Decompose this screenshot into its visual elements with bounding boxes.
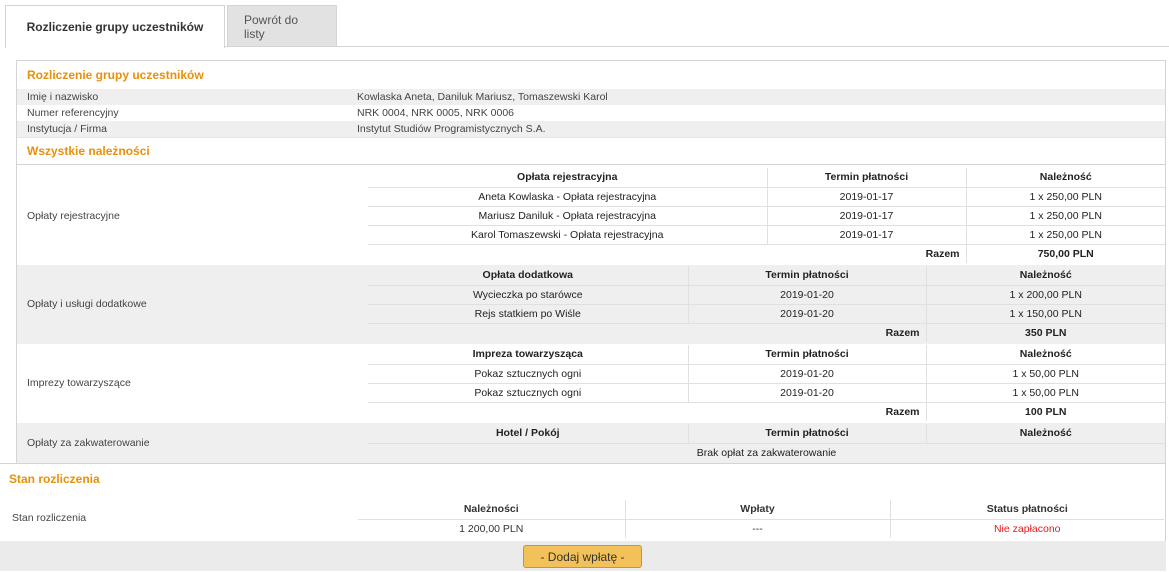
settlement-paid: --- [624, 519, 890, 538]
table-header: Opłata rejestracyjna [368, 168, 767, 188]
registration-fees-table: Opłata rejestracyjna Termin płatności Na… [368, 168, 1165, 263]
sum-row: Razem 100 PLN [368, 402, 1165, 421]
info-row-company: Instytucja / Firma Instytut Studiów Prog… [17, 121, 1165, 137]
table-header: Wpłaty [624, 500, 890, 520]
info-value: NRK 0004, NRK 0005, NRK 0006 [357, 107, 515, 119]
events-label: Imprezy towarzyszące [27, 377, 131, 389]
info-value: Kowlaska Aneta, Daniluk Mariusz, Tomasze… [357, 91, 608, 103]
table-header: Termin płatności [766, 168, 966, 188]
sum-value: 350 PLN [925, 323, 1165, 342]
settlement-panel: Rozliczenie grupy uczestników Imię i naz… [16, 60, 1166, 464]
tab-bar: Rozliczenie grupy uczestników Powrót do … [5, 5, 339, 48]
settlement-label: Stan rozliczenia [12, 512, 87, 524]
registration-fees-label: Opłaty rejestracyjne [27, 210, 120, 222]
events-group: Imprezy towarzyszące Impreza towarzysząc… [17, 344, 1165, 423]
extra-fees-group: Opłaty i usługi dodatkowe Opłata dodatko… [17, 265, 1165, 344]
settlement-body: Stan rozliczenia Należności Wpłaty Statu… [0, 494, 1166, 541]
table-row: Wycieczka po starówce 2019-01-20 1 x 200… [368, 285, 1165, 305]
table-row: Rejs statkiem po Wiśle 2019-01-20 1 x 15… [368, 304, 1165, 324]
info-label: Numer referencyjny [27, 107, 119, 119]
table-header: Termin płatności [687, 424, 926, 444]
table-row: Karol Tomaszewski - Opłata rejestracyjna… [368, 225, 1165, 245]
sum-label: Razem [925, 247, 960, 260]
table-header: Termin płatności [687, 266, 926, 286]
sum-row: Razem 350 PLN [368, 323, 1165, 342]
settlement-status-panel: Stan rozliczenia Stan rozliczenia Należn… [0, 463, 1166, 571]
extra-fees-label: Opłaty i usługi dodatkowe [27, 298, 147, 310]
sum-value: 750,00 PLN [965, 244, 1165, 263]
settlement-footer: - Dodaj wpłatę - [0, 541, 1166, 571]
info-label: Imię i nazwisko [27, 91, 99, 103]
table-header: Opłata dodatkowa [368, 266, 688, 286]
table-row: 1 200,00 PLN --- Nie zapłacono [358, 519, 1164, 538]
info-label: Instytucja / Firma [27, 123, 107, 135]
settlement-table: Należności Wpłaty Status płatności 1 200… [358, 500, 1164, 538]
table-row: Pokaz sztucznych ogni 2019-01-20 1 x 50,… [368, 364, 1165, 384]
sum-label: Razem [885, 326, 920, 339]
sum-row: Razem 750,00 PLN [368, 244, 1165, 263]
table-header: Należności [358, 500, 625, 520]
settlement-title: Stan rozliczenia [9, 472, 100, 486]
table-row: Mariusz Daniluk - Opłata rejestracyjna 2… [368, 206, 1165, 226]
accommodation-group: Opłaty za zakwaterowanie Hotel / Pokój T… [17, 423, 1165, 463]
info-row-reference: Numer referencyjny NRK 0004, NRK 0005, N… [17, 105, 1165, 121]
accommodation-table: Hotel / Pokój Termin płatności Należność… [368, 424, 1165, 462]
table-header: Termin płatności [687, 345, 926, 365]
accommodation-label: Opłaty za zakwaterowanie [27, 437, 150, 449]
table-header: Hotel / Pokój [368, 424, 688, 444]
table-header: Należność [925, 345, 1165, 365]
table-header: Należność [965, 168, 1165, 188]
events-table: Impreza towarzysząca Termin płatności Na… [368, 345, 1165, 421]
add-payment-button[interactable]: - Dodaj wpłatę - [523, 545, 642, 568]
tab-back-to-list[interactable]: Powrót do listy [227, 5, 337, 47]
payment-status: Nie zapłacono [889, 519, 1164, 538]
info-value: Instytut Studiów Programistycznych S.A. [357, 123, 546, 135]
table-row: Pokaz sztucznych ogni 2019-01-20 1 x 50,… [368, 383, 1165, 403]
fees-title: Wszystkie należności [17, 137, 1165, 165]
extra-fees-table: Opłata dodatkowa Termin płatności Należn… [368, 266, 1165, 342]
table-header: Należność [925, 266, 1165, 286]
sum-label: Razem [885, 405, 920, 418]
tab-group-settlement[interactable]: Rozliczenie grupy uczestników [5, 5, 225, 48]
accommodation-empty-text: Brak opłat za zakwaterowanie [368, 443, 1165, 462]
sum-value: 100 PLN [925, 402, 1165, 421]
table-header: Status płatności [889, 500, 1164, 520]
settlement-due: 1 200,00 PLN [459, 522, 524, 535]
registration-fees-group: Opłaty rejestracyjne Opłata rejestracyjn… [17, 166, 1165, 265]
group-info-title: Rozliczenie grupy uczestników [27, 68, 204, 82]
table-header: Impreza towarzysząca [368, 345, 688, 365]
info-row-name: Imię i nazwisko Kowlaska Aneta, Daniluk … [17, 89, 1165, 105]
table-row: Aneta Kowlaska - Opłata rejestracyjna 20… [368, 187, 1165, 207]
table-header: Należność [925, 424, 1165, 444]
